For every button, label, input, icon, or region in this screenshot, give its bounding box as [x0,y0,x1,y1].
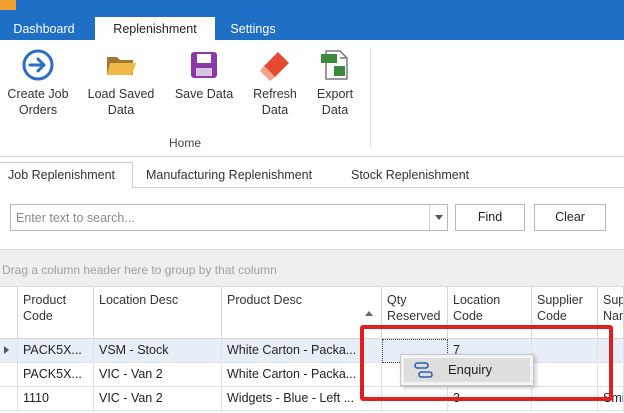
folder-icon [107,57,136,75]
tab-replenishment[interactable]: Replenishment [95,17,215,41]
refresh-data-button[interactable]: Refresh Data [246,48,304,118]
create-job-orders-label: Create Job Orders [7,87,69,117]
cell-location-desc[interactable]: VIC - Van 2 [94,387,222,411]
group-by-panel: Drag a column header here to group by th… [0,249,624,287]
refresh-data-label: Refresh Data [253,87,297,117]
cell-location-desc[interactable]: VIC - Van 2 [94,363,222,387]
load-saved-data-label: Load Saved Data [87,87,155,117]
tab-dashboard[interactable]: Dashboard [0,18,88,40]
row-indicator [0,387,18,411]
sort-ascending-icon [365,311,373,316]
cell-product-code[interactable]: 1110 [18,387,94,411]
save-data-label: Save Data [174,87,234,101]
column-header-product-desc[interactable]: Product Desc [222,287,382,339]
save-data-button[interactable]: Save Data [168,48,240,102]
find-button[interactable]: Find [455,204,525,231]
create-job-orders-button[interactable]: Create Job Orders [0,48,76,118]
column-header-product-code[interactable]: Product Code [18,287,94,339]
arrow-right-circle-icon [22,49,54,81]
xls-export-icon [321,50,348,80]
row-pointer-icon [4,346,9,354]
row-indicator [0,363,18,387]
column-header-location-desc[interactable]: Location Desc [94,287,222,339]
cell-location-desc[interactable]: VSM - Stock [94,339,222,363]
tab-settings[interactable]: Settings [222,18,284,40]
export-data-button[interactable]: Export Data [308,48,362,118]
save-icon [191,52,217,78]
row-indicator [0,339,18,363]
row-indicator-header [0,287,18,339]
tab-manufacturing-replenishment[interactable]: Manufacturing Replenishment [138,163,334,188]
app-icon [0,0,16,10]
search-box [10,204,448,231]
export-data-label: Export Data [316,87,354,117]
search-dropdown-button[interactable] [429,205,447,230]
load-saved-data-button[interactable]: Load Saved Data [82,48,160,118]
chevron-down-icon [435,215,443,220]
ribbon-tab-strip: Dashboard Replenishment Settings [0,0,624,41]
cell-product-desc[interactable]: Widgets - Blue - Left ... [222,387,382,411]
highlight-annotation [360,325,613,401]
ribbon-group-separator [370,48,371,148]
search-panel: Find Clear [0,189,624,249]
group-by-hint: Drag a column header here to group by th… [2,263,277,277]
product-desc-header-label: Product Desc [227,293,303,307]
clear-button[interactable]: Clear [534,204,606,231]
replenishment-tab-strip: Job Replenishment Manufacturing Replenis… [0,158,624,189]
cell-product-desc[interactable]: White Carton - Packa... [222,339,382,363]
search-input[interactable] [11,205,429,230]
eraser-icon [260,52,289,81]
cell-product-code[interactable]: PACK5X... [18,363,94,387]
tab-stock-replenishment[interactable]: Stock Replenishment [343,163,483,188]
cell-product-desc[interactable]: White Carton - Packa... [222,363,382,387]
ribbon-group-label: Home [168,136,201,150]
tab-job-replenishment[interactable]: Job Replenishment [0,162,133,189]
ribbon: Create Job Orders Load Saved Data Save D… [0,40,624,157]
cell-product-code[interactable]: PACK5X... [18,339,94,363]
